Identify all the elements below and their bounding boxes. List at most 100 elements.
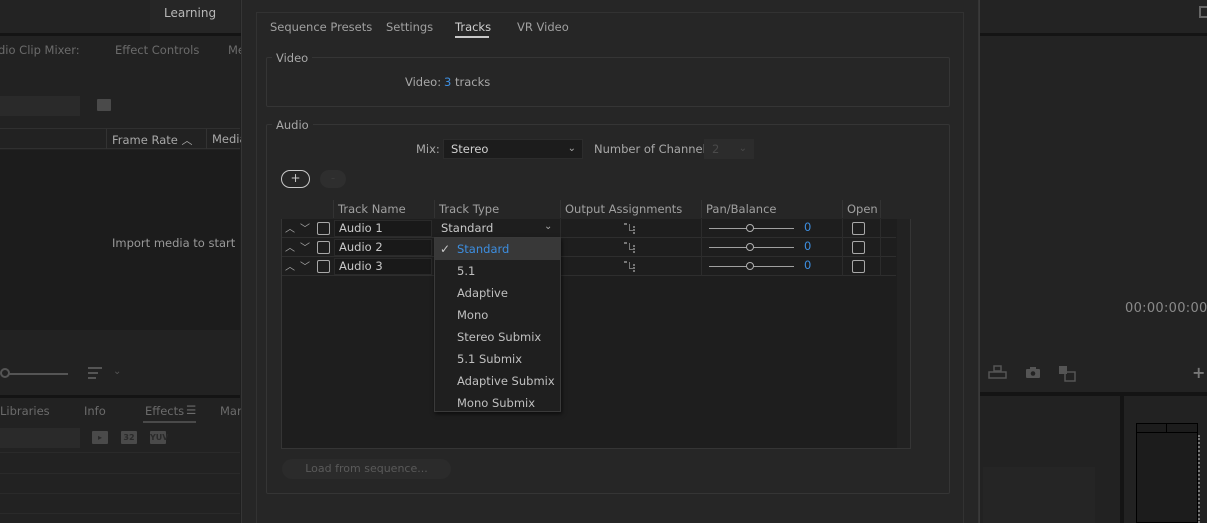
open-checkbox[interactable]: [852, 260, 865, 273]
search-bin-icon[interactable]: [97, 99, 111, 111]
cell-divider: [560, 219, 561, 238]
dropdown-option-stereo-submix[interactable]: Stereo Submix: [435, 326, 560, 348]
cell-divider: [701, 257, 702, 276]
channels-select[interactable]: 2 ⌄: [704, 139, 754, 159]
column-label: Frame Rate: [112, 133, 178, 147]
tab-settings[interactable]: Settings: [386, 20, 433, 34]
sort-icons-icon[interactable]: [88, 367, 102, 379]
chevron-down-icon[interactable]: ⌄: [544, 221, 552, 232]
audio-group-label: Audio: [272, 118, 313, 132]
sort-ascending-icon: ︿: [181, 134, 193, 147]
column-divider: [434, 200, 435, 218]
camera-icon[interactable]: [1025, 365, 1041, 379]
tab-libraries[interactable]: Libraries: [0, 404, 50, 418]
pan-slider-handle[interactable]: [746, 243, 754, 251]
effects-search-input[interactable]: [0, 428, 80, 448]
track-select-checkbox[interactable]: [317, 260, 330, 273]
tab-effects[interactable]: Effects: [145, 404, 184, 418]
pan-value[interactable]: 0: [804, 220, 811, 234]
dropdown-option-adaptive[interactable]: Adaptive: [435, 282, 560, 304]
track-name-field[interactable]: Audio 3: [334, 258, 432, 275]
dropdown-option-5-1[interactable]: 5.1: [435, 260, 560, 282]
move-up-icon[interactable]: ︿: [285, 220, 295, 235]
cell-divider: [880, 257, 881, 276]
zoom-slider-handle[interactable]: [0, 368, 10, 378]
program-timecode[interactable]: 00:00:00:00: [1125, 301, 1207, 316]
pan-slider-handle[interactable]: [746, 262, 754, 270]
active-tab-indicator: [143, 421, 196, 423]
lift-icon[interactable]: [988, 365, 1007, 379]
track-select-checkbox[interactable]: [317, 222, 330, 235]
dropdown-option-adaptive-submix[interactable]: Adaptive Submix: [435, 370, 560, 392]
open-checkbox[interactable]: [852, 241, 865, 254]
mix-select[interactable]: Stereo ⌄: [443, 139, 583, 159]
column-pan-balance: Pan/Balance: [706, 202, 777, 216]
dropdown-option-standard[interactable]: ✓ Standard: [435, 238, 560, 260]
tab-tracks[interactable]: Tracks: [455, 20, 491, 34]
move-down-icon[interactable]: ﹀: [300, 258, 310, 273]
audio-meter: [1136, 423, 1198, 523]
panel-menu-icon[interactable]: ☰: [186, 403, 196, 417]
track-type-select[interactable]: Standard: [441, 221, 493, 235]
chevron-down-icon: ⌄: [567, 143, 576, 154]
divider: [0, 513, 240, 514]
move-up-icon[interactable]: ︿: [285, 258, 295, 273]
dropdown-option-mono-submix[interactable]: Mono Submix: [435, 392, 560, 414]
load-from-sequence-button[interactable]: Load from sequence...: [282, 459, 451, 479]
panel-border: [979, 0, 980, 523]
move-down-icon[interactable]: ﹀: [300, 220, 310, 235]
add-button-icon[interactable]: +: [1192, 363, 1205, 382]
zoom-slider-track[interactable]: [8, 373, 68, 375]
cell-divider: [880, 238, 881, 257]
timeline-area: [983, 467, 1095, 523]
remove-track-button[interactable]: -: [320, 170, 346, 188]
output-routing-icon[interactable]: [624, 260, 636, 273]
accelerated-effects-icon[interactable]: ▸: [92, 431, 108, 444]
add-track-button[interactable]: +: [281, 170, 310, 188]
column-frame-rate[interactable]: Frame Rate ︿: [112, 132, 193, 148]
chevron-down-icon: ⌄: [738, 143, 747, 154]
pan-value[interactable]: 0: [804, 258, 811, 272]
open-checkbox[interactable]: [852, 222, 865, 235]
video-track-count[interactable]: 3: [444, 75, 451, 89]
video-group: [266, 57, 950, 107]
yuv-icon[interactable]: YUV: [150, 431, 168, 444]
video-tracks-unit: tracks: [455, 75, 491, 89]
tab-vr-video[interactable]: VR Video: [517, 20, 569, 34]
track-name-field[interactable]: Audio 1: [334, 220, 432, 237]
workspace-tab-learning[interactable]: Learning: [150, 0, 240, 33]
meter-header: [1136, 423, 1198, 433]
column-open: Open: [847, 202, 878, 216]
track-name-field[interactable]: Audio 2: [334, 239, 432, 256]
tab-effect-controls[interactable]: Effect Controls: [115, 43, 199, 57]
table-scrollbar[interactable]: [897, 219, 910, 448]
track-select-checkbox[interactable]: [317, 241, 330, 254]
32-bit-icon[interactable]: 32: [121, 431, 137, 444]
move-up-icon[interactable]: ︿: [285, 239, 295, 254]
left-panel-tabs: dio Clip Mixer: Effect Controls Me: [0, 36, 245, 64]
output-routing-icon[interactable]: [624, 241, 636, 254]
compare-view-icon[interactable]: [1058, 365, 1078, 382]
tab-info[interactable]: Info: [84, 404, 106, 418]
column-divider: [842, 200, 843, 218]
program-monitor: [980, 36, 1207, 392]
tab-markers[interactable]: Mar: [220, 404, 242, 418]
output-routing-icon[interactable]: [624, 222, 636, 235]
move-down-icon[interactable]: ﹀: [300, 239, 310, 254]
column-divider: [206, 129, 207, 149]
pan-slider-handle[interactable]: [746, 224, 754, 232]
project-search-input[interactable]: [0, 96, 80, 116]
divider: [0, 452, 240, 453]
track-row: ︿ ﹀ Audio 2 0: [282, 238, 896, 257]
dropdown-option-5-1-submix[interactable]: 5.1 Submix: [435, 348, 560, 370]
dropdown-option-mono[interactable]: Mono: [435, 304, 560, 326]
tab-audio-clip-mixer[interactable]: dio Clip Mixer:: [0, 43, 80, 57]
track-row: ︿ ﹀ Audio 3 0: [282, 257, 896, 276]
empty-project-message: Import media to start: [112, 236, 236, 250]
pan-value[interactable]: 0: [804, 239, 811, 253]
chevron-down-icon[interactable]: ⌄: [113, 366, 121, 377]
export-frame-icon[interactable]: [1199, 6, 1207, 18]
tab-sequence-presets[interactable]: Sequence Presets: [270, 20, 372, 34]
track-row: ︿ ﹀ Audio 1 Standard ⌄ 0: [282, 219, 896, 238]
divider: [0, 473, 240, 474]
